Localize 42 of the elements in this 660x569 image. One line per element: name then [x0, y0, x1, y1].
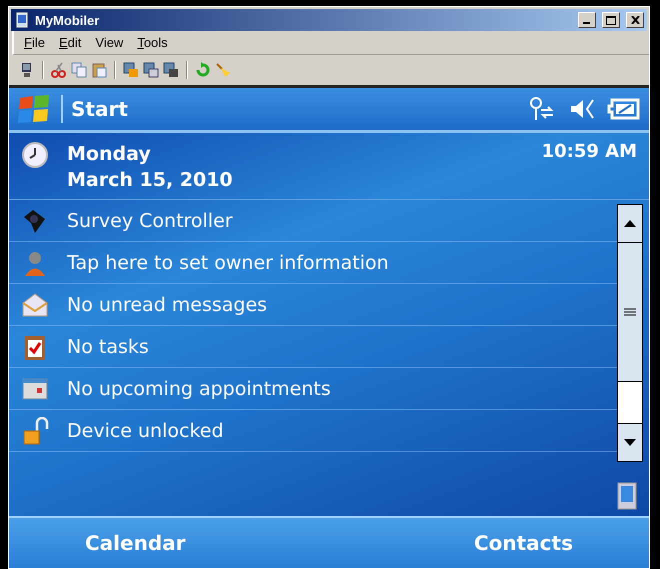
close-icon [630, 16, 640, 24]
menu-item[interactable]: File [24, 35, 45, 50]
minimize-button[interactable] [578, 12, 596, 28]
day-text: Monday [67, 142, 152, 167]
maximize-button[interactable] [602, 12, 620, 28]
window-icon [143, 62, 159, 78]
softkey[interactable]: Contacts [468, 530, 579, 556]
close-button[interactable] [626, 12, 644, 28]
today-item[interactable]: Survey Controller [9, 200, 617, 242]
unlocked-padlock-icon [21, 416, 49, 444]
time-text: 10:59 AM [542, 141, 637, 162]
down-arrow-icon [624, 439, 636, 446]
menu-item[interactable]: View [95, 35, 124, 50]
menu-item[interactable]: Tools [137, 35, 168, 50]
scroll-bar[interactable] [617, 204, 643, 462]
up-arrow-icon [624, 220, 636, 227]
clock-icon [21, 141, 49, 169]
window-title: MyMobiler [35, 12, 100, 28]
scissors-icon [51, 62, 67, 78]
softkey[interactable]: Calendar [79, 530, 192, 556]
window-icon [123, 62, 139, 78]
broom-icon [215, 62, 231, 78]
scroll-down-button[interactable] [618, 423, 642, 461]
today-item[interactable]: Device unlocked [9, 410, 617, 452]
paste-icon [91, 62, 107, 78]
device-icon [14, 12, 30, 28]
battery-icon [607, 97, 641, 121]
grip-icon [624, 308, 636, 316]
copy-icon [71, 62, 87, 78]
maximize-icon [606, 16, 616, 24]
window-icon [163, 62, 179, 78]
today-item[interactable]: No unread messages [9, 284, 617, 326]
today-item[interactable]: No upcoming appointments [9, 368, 617, 410]
today-item[interactable]: Tap here to set owner information [9, 242, 617, 284]
scroll-up-button[interactable] [618, 205, 642, 243]
date-text: March 15, 2010 [67, 168, 233, 193]
start-button[interactable]: Start [61, 95, 136, 123]
device-icon [617, 482, 637, 510]
today-item[interactable]: No tasks [9, 326, 617, 368]
refresh-icon [195, 62, 211, 78]
menu-item[interactable]: Edit [58, 35, 82, 50]
envelope-icon [21, 290, 49, 318]
